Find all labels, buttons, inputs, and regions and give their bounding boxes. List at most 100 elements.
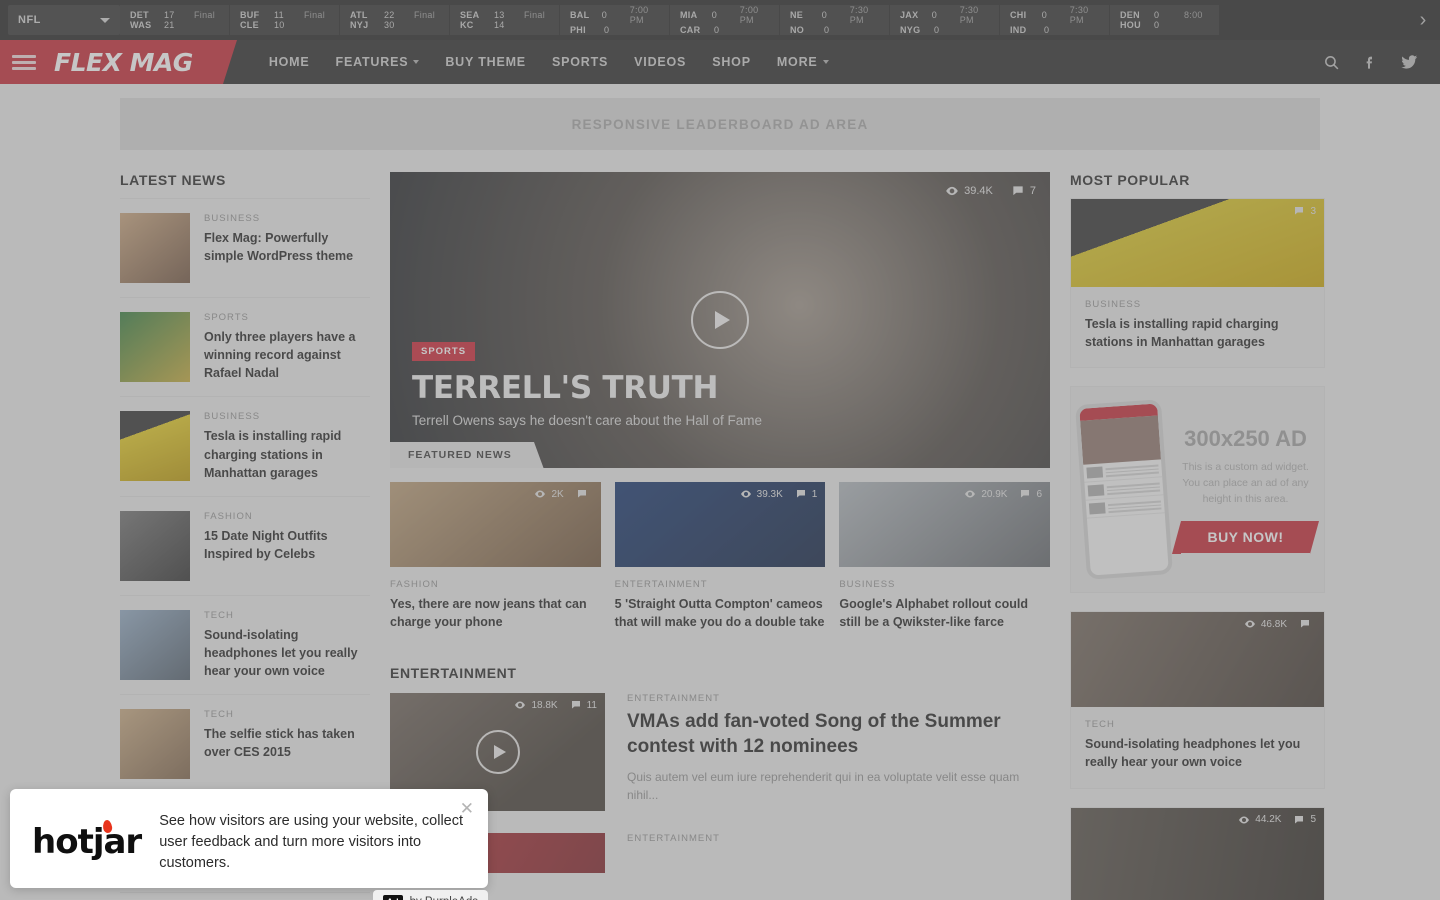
site-logo-text: FLEX MAG: [54, 47, 193, 77]
scorebar-games: DET 17 Final WAS 21 BUF 11 Final CLE 10 ATL 22 Final…: [120, 0, 1406, 40]
close-icon[interactable]: ✕: [460, 799, 474, 819]
buy-now-button[interactable]: BUY NOW!: [1172, 521, 1319, 555]
hero-subtitle: Terrell Owens says he doesn't care about…: [412, 413, 762, 428]
view-count: 2K: [534, 488, 564, 500]
menu-item-label: FEATURES: [335, 55, 409, 69]
ad-widget-body: This is a custom ad widget. You can plac…: [1182, 461, 1309, 505]
comment-count: [1299, 618, 1316, 630]
comment-count-value: 5: [1310, 814, 1316, 825]
latest-news-item[interactable]: BUSINESS Tesla is installing rapid chargi…: [120, 397, 370, 497]
menu-item-label: BUY THEME: [445, 55, 526, 69]
entertainment-section: ENTERTAINMENT 18.8K 11 ENTERTAINMENT VMA…: [390, 665, 1050, 874]
entertainment-second-row[interactable]: ENTERTAINMENT: [390, 833, 1050, 874]
menu-item-features[interactable]: FEATURES: [336, 55, 420, 69]
navbar-left: FLEX MAG: [0, 40, 237, 84]
view-count: 20.9K: [964, 488, 1007, 500]
latest-news-text: TECH Sound-isolating headphones let you r…: [204, 610, 370, 680]
hero-category-badge[interactable]: SPORTS: [412, 342, 476, 361]
featured-card-category: FASHION: [390, 579, 439, 590]
latest-news-item-title: Only three players have a winning record…: [204, 330, 356, 381]
featured-card[interactable]: 39.3K 1 ENTERTAINMENT 5 'Straight Outta Com…: [614, 482, 826, 631]
latest-news-item[interactable]: TECH Sound-isolating headphones let you r…: [120, 596, 370, 696]
view-count-value: 39.3K: [756, 488, 783, 500]
most-popular-body: TECH Sound-isolating headphones let you …: [1071, 707, 1324, 787]
scorebar-game[interactable]: DET 17 Final WAS 21: [120, 5, 230, 35]
menu-item-more[interactable]: MORE: [777, 55, 829, 69]
league-select[interactable]: NFL: [8, 5, 120, 35]
latest-news-thumbnail: [120, 411, 190, 482]
latest-news-item[interactable]: FASHION 15 Date Night Outfits Inspired by…: [120, 497, 370, 596]
hero-featured-article[interactable]: 39.4K 7 SPORTS TERRELL'S TRUTH Terrell O…: [390, 172, 1050, 468]
facebook-icon[interactable]: [1362, 54, 1378, 70]
most-popular-card[interactable]: 3 BUSINESS Tesla is installing rapid cha…: [1070, 198, 1325, 369]
menu-item-label: HOME: [268, 55, 310, 69]
scorebar-game[interactable]: MIA 0 7:00 PM CAR 0: [670, 5, 780, 35]
latest-news-category: FASHION: [204, 510, 253, 522]
ad-attribution[interactable]: Ad by PurpleAds: [372, 890, 488, 900]
most-popular-card[interactable]: 46.8K TECH Sound-isolating headphones le…: [1070, 611, 1325, 789]
menu-item-buy-theme[interactable]: BUY THEME: [445, 55, 526, 69]
menu-item-sports[interactable]: SPORTS: [552, 55, 608, 69]
scorebar-next-button[interactable]: ›: [1406, 0, 1440, 40]
featured-card[interactable]: 20.9K 6 BUSINESS Google's Alphabet rollout …: [839, 482, 1051, 631]
latest-news-item-title: Tesla is installing rapid charging stati…: [204, 429, 342, 480]
featured-card-image: 39.3K 1: [614, 482, 826, 567]
latest-news-item[interactable]: TECH The selfie stick has taken over CES …: [120, 695, 370, 795]
menu-item-home[interactable]: HOME: [269, 55, 310, 69]
most-popular-body: BUSINESS Tesla is installing rapid charg…: [1071, 287, 1324, 367]
comment-count-value: 11: [586, 699, 597, 711]
scorebar-game[interactable]: BUF 11 Final CLE 10: [230, 5, 340, 35]
latest-news-item[interactable]: BUSINESS Flex Mag: Powerfully simple Word…: [120, 199, 370, 298]
scorebar-game[interactable]: JAX 0 7:30 PM NYG 0: [890, 5, 1000, 35]
comment-count: 1: [795, 488, 817, 500]
main-column: 39.4K 7 SPORTS TERRELL'S TRUTH Terrell O…: [390, 172, 1051, 900]
featured-card-title: 5 'Straight Outta Compton' cameos that w…: [614, 597, 825, 630]
featured-card[interactable]: 2K FASHION Yes, there are now jeans that c…: [390, 482, 601, 631]
phone-mockup-image: [1075, 399, 1173, 581]
featured-card-category: BUSINESS: [839, 579, 896, 590]
latest-news-thumbnail: [120, 213, 190, 283]
entertainment-title: ENTERTAINMENT: [390, 665, 517, 682]
navbar-right: [1323, 53, 1440, 71]
menu-toggle-button[interactable]: [0, 40, 48, 84]
scorebar-game[interactable]: CHI 0 7:30 PM IND 0: [1000, 5, 1110, 35]
menu-item-videos[interactable]: VIDEOS: [634, 55, 686, 69]
league-label: NFL: [18, 14, 41, 26]
ad-widget-300x250[interactable]: 300x250 AD This is a custom ad widget. Y…: [1070, 386, 1325, 594]
hotjar-logo-text: hotjar: [32, 822, 142, 863]
latest-news-text: FASHION 15 Date Night Outfits Inspired by…: [204, 511, 370, 563]
scorebar-game[interactable]: NE 0 7:30 PM NO 0: [780, 5, 890, 35]
twitter-icon[interactable]: [1400, 53, 1418, 71]
most-popular-card[interactable]: 44.2K 5 FASHION: [1070, 806, 1325, 900]
scorebar-game[interactable]: ATL 22 Final NYJ 30: [340, 5, 450, 35]
menu-item-label: SHOP: [712, 55, 751, 69]
menu-item-label: MORE: [776, 55, 818, 69]
site-logo[interactable]: FLEX MAG: [48, 40, 237, 84]
scorebar-game[interactable]: DEN 0 8:00 HOU 0: [1110, 5, 1220, 35]
most-popular-card-title: Sound-isolating headphones let you reall…: [1085, 737, 1301, 770]
ad-widget-text: 300x250 AD This is a custom ad widget. Y…: [1167, 426, 1324, 555]
primary-menu: HOME FEATURES BUY THEME SPORTS VIDEOS SHOP MOR…: [269, 55, 829, 69]
latest-news-item-title: 15 Date Night Outfits Inspired by Celebs: [204, 528, 328, 561]
scorebar-game[interactable]: SEA 13 Final KC 14: [450, 5, 560, 35]
hero-text: SPORTS TERRELL'S TRUTH Terrell Owens say…: [412, 341, 762, 428]
leaderboard-ad-placeholder: RESPONSIVE LEADERBOARD AD AREA: [120, 98, 1320, 150]
search-icon[interactable]: [1323, 54, 1340, 71]
latest-news-item[interactable]: SPORTS Only three players have a winning …: [120, 298, 370, 398]
entertainment-lead-title: VMAs add fan-voted Song of the Summer co…: [627, 711, 1001, 757]
featured-news-tab[interactable]: FEATURED NEWS: [390, 442, 545, 468]
hotjar-ad-popup[interactable]: ✕ hotjar See how visitors are using your…: [10, 788, 488, 900]
scorebar-game[interactable]: BAL 0 7:00 PM PHI 0: [560, 5, 670, 35]
sports-scorebar: NFL DET 17 Final WAS 21 BUF 11 Final CLE 10 ATL 22 F…: [0, 0, 1440, 40]
entertainment-lead-row[interactable]: 18.8K 11 ENTERTAINMENT VMAs add fan-vote…: [390, 693, 1050, 812]
featured-card-counters: 39.3K 1: [740, 488, 817, 500]
featured-card-counters: 2K: [534, 488, 592, 500]
latest-news-category: BUSINESS: [204, 213, 261, 224]
play-button[interactable]: [475, 730, 520, 775]
most-popular-category: BUSINESS: [1085, 299, 1142, 310]
featured-card-image: 2K: [390, 482, 601, 567]
featured-card-counters: 20.9K 6: [964, 488, 1042, 500]
view-count: 39.4K: [945, 184, 993, 198]
most-popular-image: 44.2K 5: [1071, 807, 1324, 900]
menu-item-shop[interactable]: SHOP: [712, 55, 751, 69]
